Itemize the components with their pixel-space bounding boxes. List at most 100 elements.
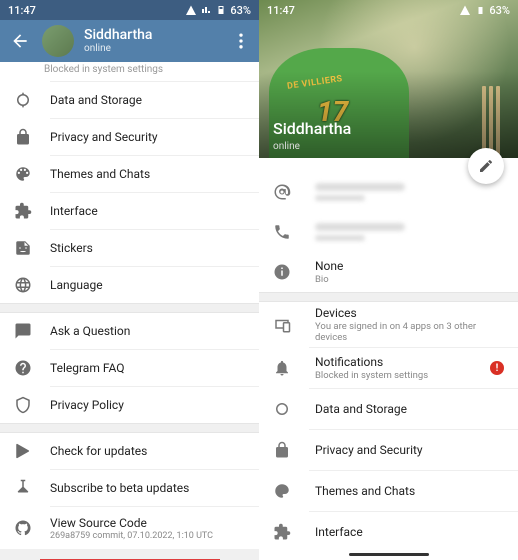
item-label: Subscribe to beta updates (50, 481, 189, 495)
back-icon[interactable] (10, 31, 30, 51)
item-label: Notifications (315, 355, 428, 369)
sticker-icon (14, 239, 32, 257)
help-icon (14, 359, 32, 377)
settings-list: Data and Storage Privacy and Security Th… (0, 82, 259, 303)
item-privacy[interactable]: Privacy and Security (259, 430, 518, 470)
info-icon (273, 263, 291, 281)
item-ask-question[interactable]: Ask a Question (0, 313, 259, 349)
play-icon (14, 442, 32, 460)
header-subtitle: online (84, 43, 152, 54)
item-label: Language (50, 278, 103, 292)
more-icon[interactable] (231, 31, 251, 51)
item-devices[interactable]: Devices You are signed in on 4 apps on 3… (259, 302, 518, 347)
item-source-code[interactable]: View Source Code 269a8759 commit, 07.10.… (0, 507, 259, 549)
item-label: Check for updates (50, 444, 147, 458)
status-battery: 63% (489, 4, 510, 17)
item-label: Privacy and Security (315, 443, 423, 457)
blurred-sub (315, 235, 365, 241)
item-label: Themes and Chats (315, 484, 415, 498)
item-col: View Source Code 269a8759 commit, 07.10.… (50, 516, 213, 541)
palette-icon (14, 165, 32, 183)
item-privacy-policy[interactable]: Privacy Policy (0, 387, 259, 423)
item-language[interactable]: Language (0, 267, 259, 303)
avatar[interactable] (42, 25, 74, 57)
item-interface[interactable]: Interface (0, 193, 259, 229)
item-label: Interface (315, 525, 363, 539)
item-sub: You are signed in on 4 apps on 3 other d… (315, 321, 504, 343)
home-indicator (349, 553, 429, 556)
item-notifications[interactable]: Notifications Blocked in system settings… (259, 348, 518, 388)
palette-icon (273, 482, 291, 500)
status-time: 11:47 (267, 4, 295, 17)
item-label: Stickers (50, 241, 93, 255)
pencil-icon (478, 158, 494, 174)
status-bar: 11:47 63% (259, 0, 518, 20)
item-themes[interactable]: Themes and Chats (0, 156, 259, 192)
item-data-storage[interactable]: Data and Storage (259, 389, 518, 429)
item-label: View Source Code (50, 516, 213, 530)
shield-icon (14, 396, 32, 414)
item-label: Interface (50, 204, 98, 218)
item-stickers[interactable]: Stickers (0, 230, 259, 266)
edit-fab[interactable] (468, 148, 504, 184)
status-time: 11:47 (8, 4, 36, 17)
blurred-sub (315, 195, 365, 201)
bio-row[interactable]: None Bio (259, 252, 518, 292)
item-label: Privacy and Security (50, 130, 158, 144)
chat-icon (14, 322, 32, 340)
github-icon (14, 519, 32, 537)
extension-icon (273, 523, 291, 541)
help-list: Ask a Question Telegram FAQ Privacy Poli… (0, 313, 259, 423)
data-icon (273, 400, 291, 418)
blurred-phone (315, 223, 405, 231)
item-data-storage[interactable]: Data and Storage (0, 82, 259, 118)
phone-row[interactable] (259, 212, 518, 252)
item-interface[interactable]: Interface (259, 512, 518, 552)
at-icon (273, 183, 291, 201)
item-label: Themes and Chats (50, 167, 150, 181)
alert-badge: ! (490, 361, 504, 375)
updates-list: Check for updates Subscribe to beta upda… (0, 433, 259, 549)
item-faq[interactable]: Telegram FAQ (0, 350, 259, 386)
item-themes[interactable]: Themes and Chats (259, 471, 518, 511)
lock-icon (14, 128, 32, 146)
header-title: Siddhartha (84, 28, 152, 43)
status-icons: 63% (185, 4, 251, 17)
header: Siddhartha online (0, 20, 259, 62)
item-label: Telegram FAQ (50, 361, 124, 375)
item-sub: 269a8759 commit, 07.10.2022, 1:10 UTC (50, 531, 213, 541)
item-label: Devices (315, 306, 504, 320)
lock-icon (273, 441, 291, 459)
bell-icon (273, 359, 291, 377)
status-bar: 11:47 63% (0, 0, 259, 20)
item-privacy[interactable]: Privacy and Security (0, 119, 259, 155)
profile-name: Siddhartha (273, 119, 351, 138)
bio-label: Bio (315, 274, 343, 285)
globe-icon (14, 276, 32, 294)
item-check-updates[interactable]: Check for updates (0, 433, 259, 469)
item-label: Data and Storage (315, 402, 407, 416)
footer: Telegram X 0.25.1.1560-arm64-v8a (0, 549, 259, 560)
profile-hero: DE VILLIERS 17 11:47 63% Siddhartha onli… (259, 0, 518, 158)
status-icons: 63% (459, 4, 510, 17)
item-sub: Blocked in system settings (315, 370, 428, 381)
blurred-username (315, 183, 405, 191)
data-icon (14, 91, 32, 109)
section-divider (0, 423, 259, 433)
item-label: Data and Storage (50, 93, 142, 107)
status-battery: 63% (230, 4, 251, 17)
section-divider (0, 303, 259, 313)
devices-icon (273, 316, 291, 334)
phone-icon (273, 223, 291, 241)
settings-screen: 11:47 63% Siddhartha online Blocked in s… (0, 0, 259, 560)
section-divider (259, 292, 518, 302)
item-beta[interactable]: Subscribe to beta updates (0, 470, 259, 506)
blocked-note: Blocked in system settings (0, 62, 259, 81)
bio-value: None (315, 259, 343, 273)
header-text: Siddhartha online (84, 28, 152, 54)
profile-screen: DE VILLIERS 17 11:47 63% Siddhartha onli… (259, 0, 518, 560)
extension-icon (14, 202, 32, 220)
item-label: Ask a Question (50, 324, 130, 338)
item-label: Privacy Policy (50, 398, 124, 412)
profile-settings: Devices You are signed in on 4 apps on 3… (259, 302, 518, 552)
